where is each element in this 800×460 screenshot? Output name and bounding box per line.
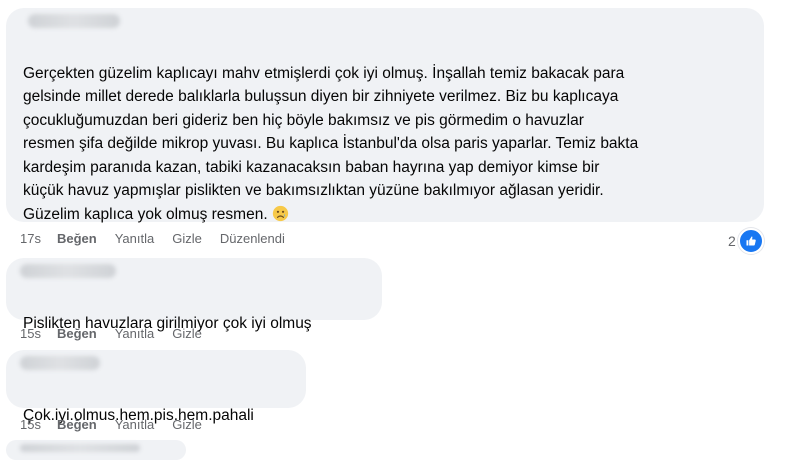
- reply-button[interactable]: Yanıtla: [115, 417, 155, 432]
- author-name-redacted: [20, 444, 140, 452]
- reaction-summary[interactable]: 2: [728, 228, 764, 254]
- sad-face-emoji-icon: [272, 205, 288, 221]
- comment-text-body: Gerçekten güzelim kaplıcayı mahv etmişle…: [23, 64, 639, 223]
- author-name-redacted: [20, 356, 100, 370]
- hide-button[interactable]: Gizle: [172, 417, 202, 432]
- comment-timestamp[interactable]: 17s: [20, 231, 41, 246]
- comment-bubble: Pislikten havuzlara girilmiyor çok iyi o…: [6, 258, 382, 332]
- comment-actions: 17s Beğen Yanıtla Gizle Düzenlendi: [20, 231, 303, 246]
- like-button[interactable]: Beğen: [57, 231, 97, 246]
- like-button[interactable]: Beğen: [57, 417, 97, 432]
- reply-button[interactable]: Yanıtla: [115, 326, 155, 341]
- hide-button[interactable]: Gizle: [172, 231, 202, 246]
- author-name-redacted: [28, 14, 120, 28]
- comment-timestamp[interactable]: 15s: [20, 326, 41, 341]
- thumbs-up-icon: [737, 228, 764, 254]
- hide-button[interactable]: Gizle: [172, 326, 202, 341]
- comment-bubble-partial: [6, 440, 186, 460]
- reply-button[interactable]: Yanıtla: [115, 231, 155, 246]
- comment-text: Gerçekten güzelim kaplıcayı mahv etmişle…: [23, 38, 758, 226]
- comment-actions: 15s Beğen Yanıtla Gizle: [20, 326, 220, 341]
- like-button[interactable]: Beğen: [57, 326, 97, 341]
- edited-label: Düzenlendi: [219, 231, 285, 246]
- comment-bubble: Çok.iyi.olmus.hem.pis.hem.pahali: [6, 350, 306, 424]
- comment-actions: 15s Beğen Yanıtla Gizle: [20, 417, 220, 432]
- author-name-redacted: [20, 264, 116, 278]
- comment-bubble: Gerçekten güzelim kaplıcayı mahv etmişle…: [6, 8, 764, 223]
- comment-timestamp[interactable]: 15s: [20, 417, 41, 432]
- reaction-count: 2: [728, 233, 736, 249]
